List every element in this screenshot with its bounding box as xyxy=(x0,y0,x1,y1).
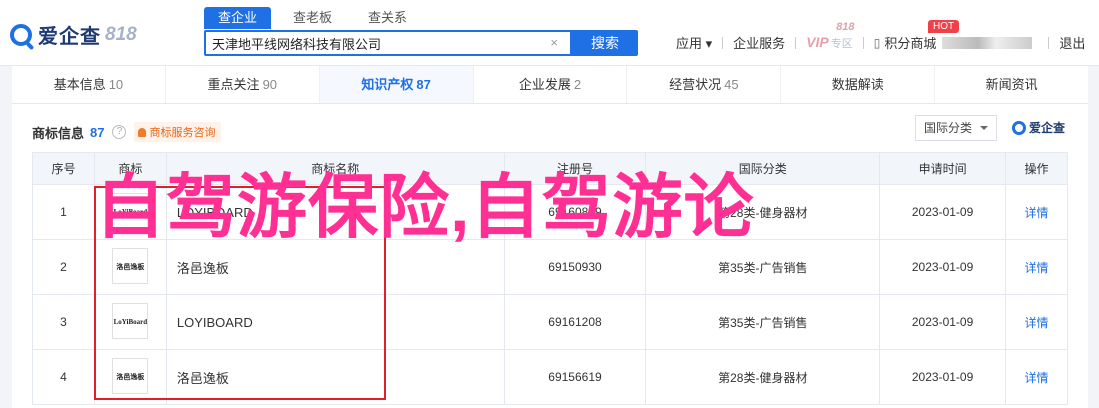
divider xyxy=(795,36,797,49)
gift-icon: ▯ xyxy=(873,35,881,50)
section-title: 商标信息 87 ? 商标服务咨询 xyxy=(32,122,222,142)
tab-intellectual-property[interactable]: 知识产权 87 xyxy=(319,66,474,103)
chevron-down-icon xyxy=(980,126,988,130)
search-input[interactable] xyxy=(206,32,536,54)
nav-vip-zone[interactable]: 818 VIP 专区 xyxy=(806,21,854,51)
search-tab-relation[interactable]: 查关系 xyxy=(354,7,421,29)
tab-news[interactable]: 新闻资讯 xyxy=(935,66,1088,103)
bell-icon xyxy=(138,127,147,137)
magnifier-logo-icon xyxy=(1012,120,1026,135)
tab-data-insight[interactable]: 数据解读 xyxy=(781,66,936,103)
detail-link[interactable]: 详情 xyxy=(1025,261,1049,275)
watermark-logo: 爱企查 xyxy=(1012,119,1065,136)
nav-enterprise-service[interactable]: 企业服务 xyxy=(733,33,785,52)
tab-development[interactable]: 企业发展 2 xyxy=(474,66,628,103)
overlay-caption: 自驾游保险,自驾游论 xyxy=(95,168,755,246)
nav-points-mall[interactable]: 积分商城 xyxy=(884,33,936,52)
divider xyxy=(722,36,724,49)
divider xyxy=(862,36,864,49)
logo-text: 爱企查 xyxy=(38,26,101,48)
tab-basic-info[interactable]: 基本信息 10 xyxy=(12,66,166,103)
search-tab-boss[interactable]: 查老板 xyxy=(279,7,346,29)
clear-icon[interactable]: × xyxy=(550,35,558,50)
search-tab-company[interactable]: 查企业 xyxy=(204,7,272,29)
logo[interactable]: 爱企查 818 xyxy=(10,20,137,49)
company-tabs: 基本信息 10 重点关注 90 知识产权 87 企业发展 2 经营状况 45 数据解读 新… xyxy=(12,66,1088,104)
trademark-count: 87 xyxy=(90,124,105,140)
chevron-down-icon: ▾ xyxy=(705,36,713,51)
user-name-blurred[interactable] xyxy=(942,36,1033,49)
search-type-tabs: 查企业 查老板 查关系 xyxy=(204,7,429,29)
nav-app[interactable]: 应用 ▾ xyxy=(676,33,712,52)
class-filter-select[interactable]: 国际分类 xyxy=(915,115,997,141)
search-button[interactable]: 搜索 xyxy=(572,30,638,56)
tab-key-focus[interactable]: 重点关注 90 xyxy=(166,66,320,103)
logo-suffix: 818 xyxy=(105,23,137,45)
detail-link[interactable]: 详情 xyxy=(1025,316,1049,330)
help-icon[interactable]: ? xyxy=(112,125,127,139)
magnifier-logo-icon xyxy=(10,23,32,46)
hot-badge: HOT xyxy=(928,20,960,33)
divider xyxy=(1048,36,1050,49)
logout-link[interactable]: 退出 xyxy=(1059,33,1085,52)
search-box: × xyxy=(204,30,572,56)
top-nav: 应用 ▾ 企业服务 818 VIP 专区 ▯ 积分商城 退出 xyxy=(676,21,1085,52)
trademark-consult-button[interactable]: 商标服务咨询 xyxy=(134,122,222,142)
detail-link[interactable]: 详情 xyxy=(1025,206,1049,220)
top-header: 爱企查 818 查企业 查老板 查关系 × 搜索 HOT 应用 ▾ 企业服务 8… xyxy=(0,0,1099,66)
detail-link[interactable]: 详情 xyxy=(1025,371,1049,385)
vip-818-badge: 818 xyxy=(836,21,855,33)
col-no: 序号 xyxy=(32,152,95,185)
tab-operation[interactable]: 经营状况 45 xyxy=(627,66,782,103)
col-action: 操作 xyxy=(1005,152,1068,185)
